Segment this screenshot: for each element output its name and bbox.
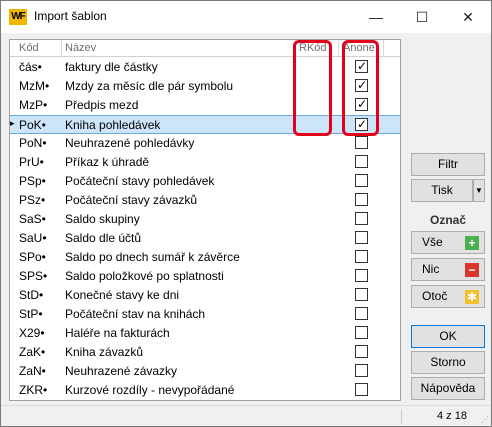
table-row[interactable]: PSp• Počáteční stavy pohledávek <box>10 172 400 191</box>
table-row[interactable]: PrU• Příkaz k úhradě <box>10 153 400 172</box>
maximize-button[interactable]: ☐ <box>399 1 445 33</box>
cell-kod: PoN• <box>19 136 47 150</box>
current-row-pointer-icon: ▸ <box>10 118 15 128</box>
cell-kod: MzM• <box>19 79 50 93</box>
table-row[interactable]: SaS• Saldo skupiny <box>10 210 400 229</box>
column-header-kod[interactable]: Kód <box>19 42 39 54</box>
cell-kod: PSz• <box>19 193 46 207</box>
cell-nazev: Počáteční stavy pohledávek <box>65 174 215 188</box>
app-logo-icon: WF <box>9 9 27 25</box>
cell-kod: X29• <box>19 326 45 340</box>
column-header-nazev[interactable]: Název <box>65 42 96 54</box>
cell-kod: StD• <box>19 288 44 302</box>
cell-nazev: Kurzové rozdíly - nevypořádané <box>65 383 235 397</box>
table-row[interactable]: ZKR• Kurzové rozdíly - nevypořádané <box>10 381 400 400</box>
cell-kod: čás• <box>19 60 42 74</box>
filtr-button[interactable]: Filtr <box>411 153 485 176</box>
tisk-dropdown-arrow-icon[interactable]: ▼ <box>473 179 485 202</box>
storno-button[interactable]: Storno <box>411 351 485 374</box>
cell-kod: MzP• <box>19 98 48 112</box>
anone-checkbox[interactable] <box>355 345 368 358</box>
cell-kod: SaU• <box>19 231 47 245</box>
cell-nazev: Haléře na fakturách <box>65 326 170 340</box>
anone-checkbox[interactable] <box>355 136 368 149</box>
oznac-label: Označ <box>429 213 466 227</box>
cell-kod: PoK• <box>19 118 46 132</box>
cell-kod: PrU• <box>19 155 44 169</box>
title-bar[interactable]: WF Import šablon — ☐ ✕ <box>1 1 491 33</box>
anone-checkbox[interactable] <box>355 212 368 225</box>
cell-nazev: Neuhrazené závazky <box>65 364 178 378</box>
cell-kod: SPo• <box>19 250 46 264</box>
anone-checkbox[interactable] <box>355 155 368 168</box>
status-bar: 4 z 18 ⋰ <box>1 405 491 426</box>
tisk-button[interactable]: Tisk <box>411 179 473 202</box>
anone-checkbox[interactable] <box>355 193 368 206</box>
select-all-label: Vše <box>422 235 443 249</box>
anone-checkbox[interactable] <box>355 250 368 263</box>
cell-kod: PSp• <box>19 174 46 188</box>
import-sablon-window: WF Import šablon — ☐ ✕ Kód Název RKód An… <box>0 0 492 427</box>
cell-nazev: Saldo skupiny <box>65 212 140 226</box>
anone-checkbox[interactable] <box>355 231 368 244</box>
anone-checkbox[interactable] <box>355 326 368 339</box>
anone-checkbox[interactable] <box>355 383 368 396</box>
table-row[interactable]: ZaN• Neuhrazené závazky <box>10 362 400 381</box>
anone-checkbox[interactable] <box>355 174 368 187</box>
rkod-highlight-box <box>293 40 332 136</box>
table-row[interactable]: PSz• Počáteční stavy závazků <box>10 191 400 210</box>
templates-grid[interactable]: Kód Název RKód Anone čás• faktury dle čás… <box>9 39 401 401</box>
cell-nazev: Neuhrazené pohledávky <box>65 136 195 150</box>
cell-kod: ZKR• <box>19 383 48 397</box>
cell-nazev: faktury dle částky <box>65 60 158 74</box>
napoveda-button[interactable]: Nápověda <box>411 377 485 400</box>
cell-kod: SPS• <box>19 269 48 283</box>
table-row[interactable]: SPo• Saldo po dnech sumář k závěrce <box>10 248 400 267</box>
cell-nazev: Saldo dle účtů <box>65 231 142 245</box>
ok-button[interactable]: OK <box>411 325 485 348</box>
cell-nazev: Kniha pohledávek <box>65 118 161 132</box>
minus-icon: − <box>465 263 479 277</box>
record-position: 4 z 18 <box>437 410 467 422</box>
resize-grip-icon[interactable]: ⋰ <box>481 415 489 424</box>
cell-nazev: Mzdy za měsíc dle pár symbolu <box>65 79 234 93</box>
cell-kod: ZaK• <box>19 345 46 359</box>
table-row[interactable]: StD• Konečné stavy ke dni <box>10 286 400 305</box>
table-row[interactable]: PoN• Neuhrazené pohledávky <box>10 134 400 153</box>
anone-highlight-box <box>342 40 379 136</box>
close-button[interactable]: ✕ <box>445 1 491 33</box>
table-row[interactable]: SPS• Saldo položkové po splatnosti <box>10 267 400 286</box>
cell-nazev: Kniha závazků <box>65 345 144 359</box>
star-icon: ✱ <box>465 290 479 304</box>
cell-nazev: Počáteční stav na knihách <box>65 307 206 321</box>
cell-nazev: Saldo po dnech sumář k závěrce <box>65 250 240 264</box>
invert-selection-label: Otoč <box>422 289 448 303</box>
table-row[interactable]: SaU• Saldo dle účtů <box>10 229 400 248</box>
invert-selection-button[interactable]: Otoč ✱ <box>411 285 485 308</box>
anone-checkbox[interactable] <box>355 307 368 320</box>
cell-nazev: Příkaz k úhradě <box>65 155 150 169</box>
cell-kod: ZaN• <box>19 364 46 378</box>
table-row[interactable]: X29• Haléře na fakturách <box>10 324 400 343</box>
select-all-button[interactable]: Vše + <box>411 231 485 254</box>
table-row[interactable]: ZaK• Kniha závazků <box>10 343 400 362</box>
cell-nazev: Předpis mezd <box>65 98 139 112</box>
anone-checkbox[interactable] <box>355 269 368 282</box>
anone-checkbox[interactable] <box>355 288 368 301</box>
cell-kod: SaS• <box>19 212 46 226</box>
minimize-button[interactable]: — <box>353 1 399 33</box>
cell-kod: StP• <box>19 307 43 321</box>
select-none-label: Nic <box>422 262 440 276</box>
cell-nazev: Počáteční stavy závazků <box>65 193 198 207</box>
cell-nazev: Konečné stavy ke dni <box>65 288 180 302</box>
anone-checkbox[interactable] <box>355 364 368 377</box>
table-row[interactable]: StP• Počáteční stav na knihách <box>10 305 400 324</box>
window-title: Import šablon <box>34 9 107 23</box>
select-none-button[interactable]: Nic − <box>411 258 485 281</box>
plus-icon: + <box>465 236 479 250</box>
cell-nazev: Saldo položkové po splatnosti <box>65 269 224 283</box>
